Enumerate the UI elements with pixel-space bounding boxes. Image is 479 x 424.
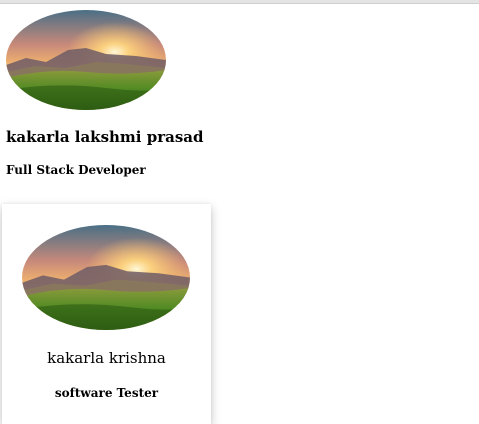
browser-top-border bbox=[0, 0, 479, 4]
profile-plain bbox=[6, 10, 306, 110]
profile-name: kakarla lakshmi prasad bbox=[6, 128, 204, 146]
profile-card: kakarla krishna software Tester bbox=[2, 204, 211, 424]
profile-card-role: software Tester bbox=[54, 386, 159, 400]
landscape-photo bbox=[22, 225, 190, 330]
profile-image bbox=[6, 10, 166, 110]
landscape-photo bbox=[6, 10, 166, 110]
profile-card-image bbox=[22, 225, 190, 330]
profile-role: Full Stack Developer bbox=[6, 163, 146, 177]
profile-card-name: kakarla krishna bbox=[47, 349, 166, 367]
